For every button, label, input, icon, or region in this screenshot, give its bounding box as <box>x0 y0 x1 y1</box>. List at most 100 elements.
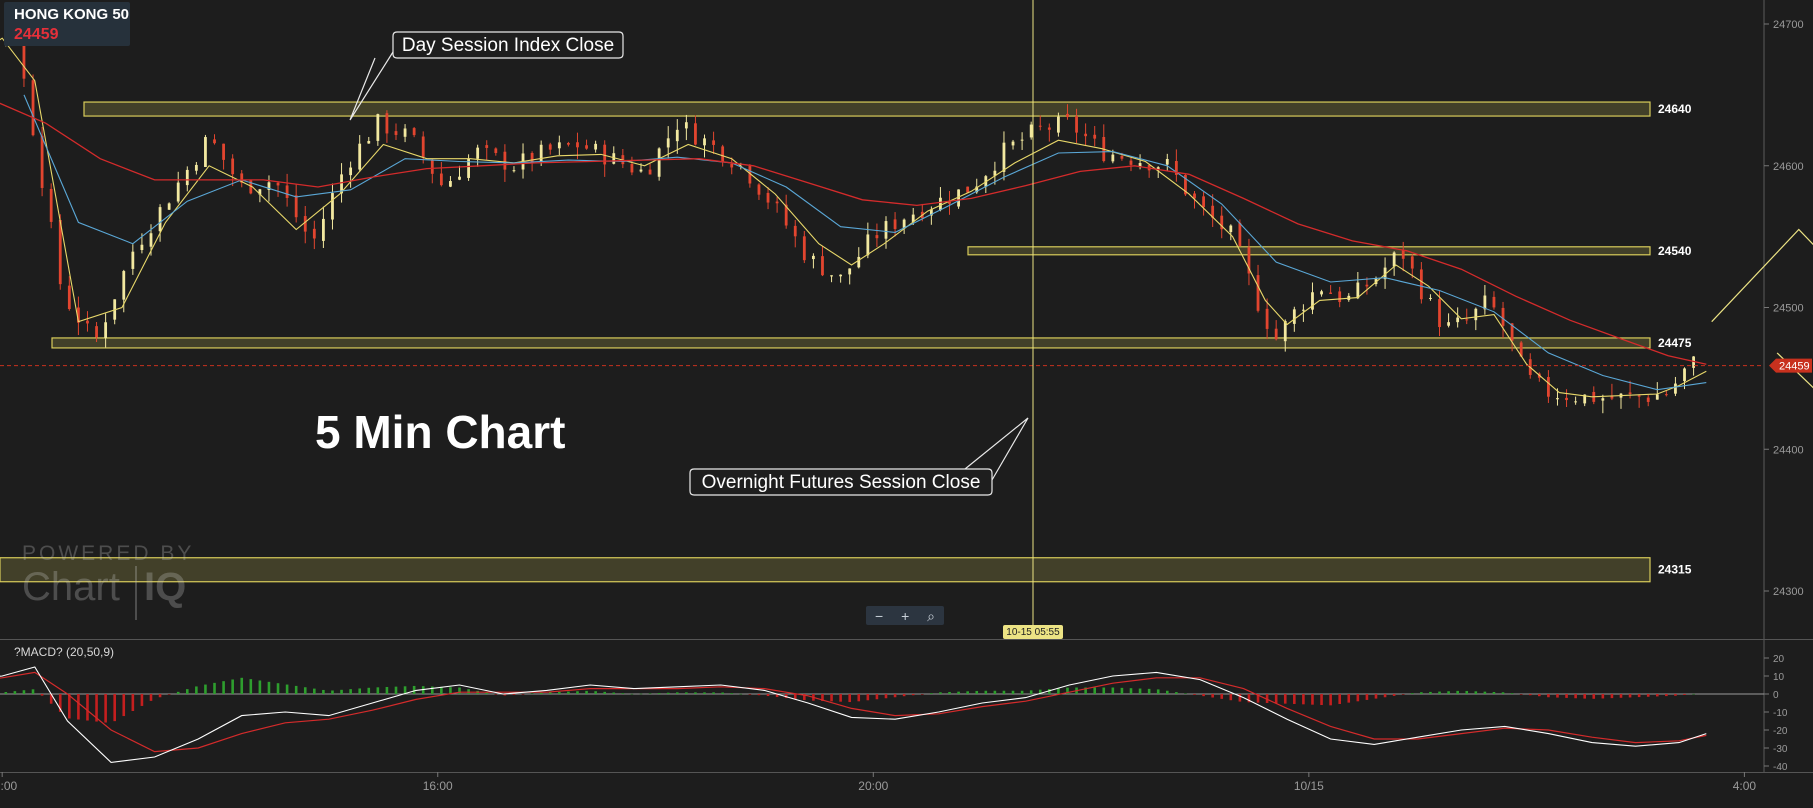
candle-body <box>966 186 970 193</box>
macd-histogram-bar <box>1193 694 1196 695</box>
macd-tick-label: 0 <box>1773 690 1779 701</box>
macd-tick-label: -40 <box>1773 762 1788 773</box>
macd-histogram-bar <box>113 694 116 722</box>
macd-histogram-bar <box>957 691 960 694</box>
candle-body <box>1574 401 1578 403</box>
macd-histogram-bar <box>694 692 697 694</box>
candle-body <box>703 138 706 146</box>
macd-histogram-bar <box>285 684 289 694</box>
candle-body <box>1356 282 1360 299</box>
candle-body <box>95 326 98 338</box>
macd-histogram-bar <box>313 688 316 694</box>
candle-body <box>1556 398 1559 400</box>
watermark-logo-right: IQ <box>144 565 186 609</box>
candle-body <box>1029 124 1033 138</box>
macd-histogram-bar <box>122 694 126 717</box>
macd-histogram-bar <box>793 694 797 700</box>
macd-histogram-bar <box>1211 694 1214 698</box>
macd-histogram-bar <box>911 694 915 696</box>
candle-body <box>1655 394 1659 400</box>
candle-body <box>812 255 815 260</box>
candle-body <box>1646 397 1650 402</box>
candle-body <box>1338 291 1342 303</box>
candle-body <box>1047 127 1051 130</box>
macd-histogram-bar <box>621 693 625 694</box>
candle-body <box>403 128 407 137</box>
macd-histogram-bar <box>1628 694 1632 698</box>
candle-body <box>1429 297 1432 299</box>
candle-body <box>684 122 688 129</box>
candle-body <box>158 207 162 232</box>
macd-histogram-bar <box>1519 694 1523 695</box>
candle-body <box>875 235 879 239</box>
candle-body <box>830 275 833 277</box>
zoom-reset-button[interactable]: ⌕ <box>927 609 935 623</box>
candle-body <box>1302 309 1305 311</box>
watermark-logo-left: Chart <box>22 565 120 609</box>
candle-body <box>1011 141 1015 146</box>
candle-body <box>1320 291 1323 295</box>
macd-histogram-bar <box>394 686 398 694</box>
macd-histogram-bar <box>612 692 616 694</box>
macd-histogram-bar <box>666 692 670 694</box>
candle-body <box>1329 292 1333 294</box>
macd-histogram-bar <box>140 694 144 706</box>
candle-body <box>1456 317 1460 323</box>
time-tick-label: 16:00 <box>423 779 453 793</box>
level-zone <box>0 557 1651 583</box>
macd-histogram-bar <box>939 692 942 694</box>
macd-histogram-bar <box>68 694 71 719</box>
candle-body <box>104 322 108 339</box>
macd-histogram-bar <box>721 692 724 694</box>
macd-histogram-bar <box>40 694 44 696</box>
macd-histogram-bar <box>685 692 688 694</box>
price-tick-label: 24400 <box>1773 444 1804 456</box>
macd-histogram-bar <box>22 690 26 694</box>
candle-body <box>122 271 126 300</box>
price-tick-label: 24600 <box>1773 161 1804 173</box>
macd-histogram-bar <box>167 694 171 695</box>
candle-body <box>49 188 53 222</box>
candle-body <box>167 203 171 210</box>
zoom-in-button[interactable]: + <box>901 609 909 623</box>
macd-histogram-bar <box>1574 694 1577 699</box>
candle-body <box>857 256 861 268</box>
macd-histogram-bar <box>948 691 951 694</box>
macd-histogram-bar <box>902 694 906 697</box>
macd-histogram-bar <box>1184 693 1187 694</box>
candle-body <box>766 192 770 203</box>
macd-histogram-bar <box>521 694 525 695</box>
macd-histogram-bar <box>1347 694 1351 703</box>
macd-histogram-bar <box>77 694 80 720</box>
zoom-controls: − + ⌕ <box>866 606 944 625</box>
macd-histogram-bar <box>648 693 652 694</box>
macd-histogram-bar <box>231 679 234 694</box>
macd-histogram-bar <box>1165 690 1169 694</box>
candle-body <box>40 135 44 188</box>
candle-body <box>1057 116 1060 133</box>
macd-histogram-bar <box>1356 694 1360 702</box>
macd-histogram-bar <box>1565 694 1568 698</box>
candle-body <box>1447 322 1450 326</box>
candle-body <box>630 164 634 173</box>
macd-histogram-bar <box>185 689 189 694</box>
macd-histogram-bar <box>657 693 661 694</box>
macd-histogram-bar <box>131 694 135 712</box>
candle-body <box>1628 392 1632 394</box>
candle-body <box>204 137 207 168</box>
chart-background <box>0 0 1813 803</box>
candle-body <box>1111 154 1115 162</box>
macd-histogram-bar <box>893 694 897 698</box>
macd-histogram-bar <box>857 694 861 702</box>
macd-histogram-bar <box>1665 694 1668 697</box>
macd-histogram-bar <box>222 681 225 694</box>
zoom-out-button[interactable]: − <box>875 609 883 623</box>
macd-histogram-bar <box>1401 694 1405 695</box>
macd-histogram-bar <box>1429 691 1432 694</box>
macd-histogram-bar <box>303 687 307 694</box>
macd-tick-label: -20 <box>1773 726 1788 737</box>
macd-histogram-bar <box>1492 691 1496 694</box>
macd-histogram-bar <box>1383 694 1387 698</box>
candle-body <box>1565 397 1568 401</box>
macd-histogram-bar <box>412 685 416 694</box>
